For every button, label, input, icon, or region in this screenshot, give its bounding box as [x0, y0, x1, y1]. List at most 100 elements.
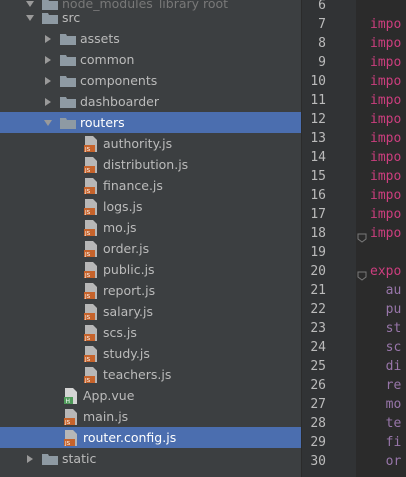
line-number: 18: [310, 226, 326, 241]
folder-icon: [42, 452, 58, 466]
code-line[interactable]: impo: [370, 74, 401, 89]
code-line[interactable]: impo: [370, 150, 401, 165]
code-line[interactable]: impo: [370, 188, 401, 203]
vue-file-icon: H: [64, 387, 78, 405]
code-line[interactable]: fi: [370, 435, 402, 450]
tree-row-distribution-js[interactable]: JS distribution.js: [0, 154, 301, 175]
tree-row-label: common: [80, 52, 135, 67]
line-number: 20: [310, 264, 326, 279]
code-line[interactable]: impo: [370, 226, 401, 241]
tree-row-label: src: [62, 10, 81, 25]
chevron-down-icon[interactable]: [24, 7, 36, 28]
tree-row-public-js[interactable]: JS public.js: [0, 259, 301, 280]
svg-text:JS: JS: [84, 252, 91, 257]
code-line[interactable]: mo: [370, 397, 402, 412]
folder-icon: [60, 95, 76, 109]
tree-row-finance-js[interactable]: JS finance.js: [0, 175, 301, 196]
js-file-icon: JS: [84, 240, 98, 258]
code-line[interactable]: or: [370, 454, 402, 469]
line-number: 30: [310, 454, 326, 469]
code-line[interactable]: impo: [370, 93, 401, 108]
tree-row-src[interactable]: src: [0, 7, 301, 28]
tree-row-dashboarder[interactable]: dashboarder: [0, 91, 301, 112]
tree-row-authority-js[interactable]: JS authority.js: [0, 133, 301, 154]
tree-row-label: report.js: [103, 283, 156, 298]
code-line[interactable]: impo: [370, 207, 401, 222]
fold-start-icon[interactable]: [357, 269, 367, 281]
code-line[interactable]: impo: [370, 55, 401, 70]
svg-text:JS: JS: [84, 294, 91, 299]
code-line[interactable]: impo: [370, 131, 401, 146]
tree-row-components[interactable]: components: [0, 70, 301, 91]
tree-row-salary-js[interactable]: JS salary.js: [0, 301, 301, 322]
tree-row-routers[interactable]: routers: [0, 112, 301, 133]
svg-text:JS: JS: [84, 147, 91, 152]
code-line[interactable]: au: [370, 283, 402, 298]
tree-row-common[interactable]: common: [0, 49, 301, 70]
tree-row-main-js[interactable]: JS main.js: [0, 406, 301, 427]
js-file-icon: JS: [84, 177, 98, 195]
svg-text:JS: JS: [84, 357, 91, 362]
line-number: 27: [310, 397, 326, 412]
chevron-right-icon[interactable]: [24, 448, 36, 469]
code-line[interactable]: impo: [370, 169, 401, 184]
code-line[interactable]: impo: [370, 36, 401, 51]
tree-row-label: order.js: [103, 241, 150, 256]
line-number: 26: [310, 378, 326, 393]
line-number: 11: [310, 93, 326, 108]
code-line[interactable]: pu: [370, 302, 402, 317]
line-number: 15: [310, 169, 326, 184]
chevron-right-icon[interactable]: [42, 49, 54, 70]
tree-row-order-js[interactable]: JS order.js: [0, 238, 301, 259]
tree-row-label: assets: [80, 31, 120, 46]
folder-icon: [42, 11, 58, 25]
js-file-icon: JS: [84, 261, 98, 279]
code-line[interactable]: st: [370, 321, 402, 336]
line-number: 29: [310, 435, 326, 450]
tree-row-mo-js[interactable]: JS mo.js: [0, 217, 301, 238]
js-file-icon: JS: [84, 219, 98, 237]
tree-row-label: teachers.js: [103, 367, 172, 382]
tree-row-label: scs.js: [103, 325, 137, 340]
tree-row-report-js[interactable]: JS report.js: [0, 280, 301, 301]
code-line[interactable]: impo: [370, 17, 401, 32]
tree-row-logs-js[interactable]: JS logs.js: [0, 196, 301, 217]
js-file-icon: JS: [84, 156, 98, 174]
folder-icon: [60, 116, 76, 130]
tree-row-assets[interactable]: assets: [0, 28, 301, 49]
code-line[interactable]: expo: [370, 264, 401, 279]
chevron-right-icon[interactable]: [42, 28, 54, 49]
tree-row-router-config-js[interactable]: JS router.config.js: [0, 427, 301, 448]
line-number: 17: [310, 207, 326, 222]
tree-row-label: distribution.js: [103, 157, 189, 172]
svg-text:JS: JS: [84, 336, 91, 341]
tree-row-app-vue[interactable]: H App.vue: [0, 385, 301, 406]
code-line[interactable]: di: [370, 359, 402, 374]
svg-text:JS: JS: [84, 210, 91, 215]
chevron-down-icon[interactable]: [42, 112, 54, 133]
line-number: 28: [310, 416, 326, 431]
tree-row-label: salary.js: [103, 304, 154, 319]
line-number: 6: [318, 0, 326, 13]
line-number: 21: [310, 283, 326, 298]
tree-row-label: finance.js: [103, 178, 163, 193]
line-number: 8: [318, 36, 326, 51]
editor-gutter: 6 7 8 9 10 11 12 13 14 15 16 17 18 19 20 21 22 23 24 25 26 27…: [302, 0, 356, 477]
svg-text:JS: JS: [84, 189, 91, 194]
js-file-icon: JS: [84, 135, 98, 153]
code-line[interactable]: sc: [370, 340, 402, 355]
chevron-right-icon[interactable]: [42, 91, 54, 112]
code-line[interactable]: impo: [370, 112, 401, 127]
fold-end-icon[interactable]: [357, 231, 367, 243]
code-line[interactable]: te: [370, 416, 402, 431]
svg-text:JS: JS: [84, 168, 91, 173]
tree-row-label: router.config.js: [83, 430, 177, 445]
tree-row-scs-js[interactable]: JS scs.js: [0, 322, 301, 343]
line-number: 22: [310, 302, 326, 317]
tree-row-static[interactable]: static: [0, 448, 301, 469]
code-line[interactable]: re: [370, 378, 402, 393]
svg-text:JS: JS: [64, 420, 71, 425]
tree-row-study-js[interactable]: JS study.js: [0, 343, 301, 364]
chevron-right-icon[interactable]: [42, 70, 54, 91]
tree-row-teachers-js[interactable]: JS teachers.js: [0, 364, 301, 385]
